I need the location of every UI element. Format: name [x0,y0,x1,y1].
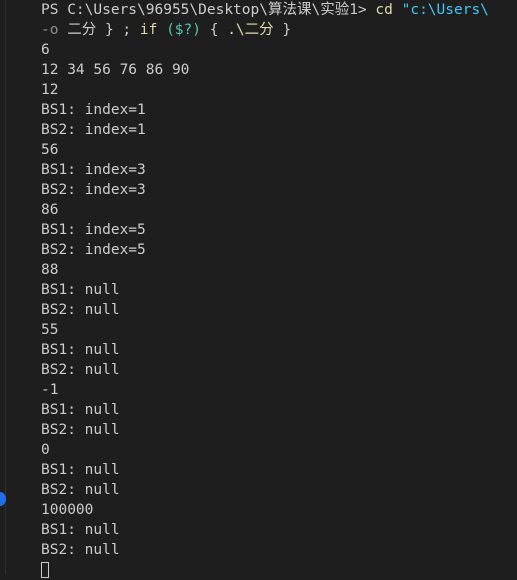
output-line: BS1: null [41,342,120,358]
output-line: BS2: null [41,542,120,558]
command-continuation-line: -o 二分 } ; if ($?) { .\二分 } [41,20,517,40]
output-line: BS1: null [41,402,120,418]
output-line: 12 34 56 76 86 90 [41,62,190,78]
prompt-path: "c:\Users\ [401,2,489,18]
output-line: -1 [41,382,59,398]
output-line: 86 [41,202,59,218]
cont-if-keyword: if [139,22,158,38]
cont-open-brace: { [209,22,219,38]
prompt-text: PS C:\Users\96955\Desktop\算法课\实验1> [41,2,367,18]
output-lines: 6 12 34 56 76 86 90 12 BS1: index=1 BS2: ind… [41,40,517,560]
output-line: BS2: null [41,302,120,318]
gutter-divider [5,0,6,574]
cont-flag: -o [41,22,59,38]
terminal-cursor-icon[interactable] [41,562,49,578]
output-line: 56 [41,142,59,158]
output-line: 88 [41,262,59,278]
cont-condition: ($?) [166,22,201,38]
output-line: 55 [41,322,59,338]
output-line: BS2: index=1 [41,122,146,138]
output-line: BS2: index=3 [41,182,146,198]
output-line: BS1: null [41,282,120,298]
output-line: 12 [41,82,59,98]
output-line: BS1: null [41,462,120,478]
output-line: 0 [41,442,50,458]
output-line: BS1: null [41,522,120,538]
output-line: 100000 [41,502,94,518]
output-line: BS1: index=3 [41,162,146,178]
prompt-command: cd [375,2,393,18]
output-line: BS2: null [41,362,120,378]
output-line: BS2: index=5 [41,242,146,258]
cursor-line [41,560,517,580]
output-line: BS2: null [41,422,120,438]
prompt-line: PS C:\Users\96955\Desktop\算法课\实验1> cd "c… [41,0,517,20]
output-line: BS1: index=1 [41,102,146,118]
cont-name: 二分 [67,22,97,38]
cont-exe: .\二分 [227,22,274,38]
cont-brace: } ; [104,22,132,38]
output-line: BS1: index=5 [41,222,146,238]
cont-close-brace: } [282,22,292,38]
output-line: 6 [41,42,50,58]
output-line: BS2: null [41,482,120,498]
terminal-output[interactable]: PS C:\Users\96955\Desktop\算法课\实验1> cd "c… [41,0,517,580]
